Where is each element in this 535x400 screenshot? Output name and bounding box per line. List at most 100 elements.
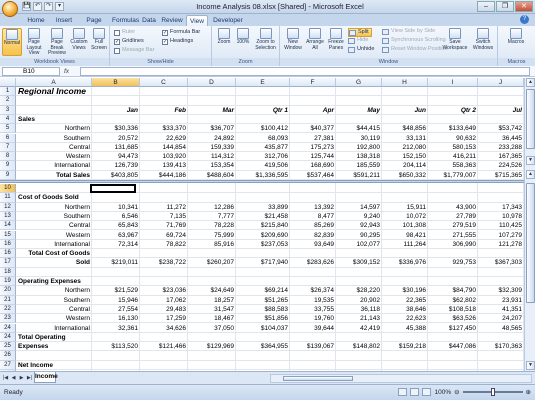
cell[interactable]: $260,207 [188,258,236,267]
cell[interactable]: $40,377 [290,124,336,133]
cell[interactable]: 27,789 [428,212,478,221]
row-header[interactable]: 20 [0,286,16,296]
row-header[interactable]: 27 [0,360,16,370]
row-header[interactable]: 9 [0,161,16,171]
cell[interactable]: $88,583 [236,305,290,314]
cell[interactable]: 233,288 [478,143,524,152]
page-break-icon[interactable] [422,388,432,396]
reset-window-position-button[interactable]: Reset Window Position [382,46,448,53]
cell[interactable]: 41,351 [478,305,524,314]
help-icon[interactable]: ? [520,15,529,24]
cell[interactable]: $69,214 [236,286,290,295]
cell[interactable]: Central [16,305,92,314]
cell[interactable]: $33,370 [140,124,188,133]
cell[interactable]: $23,036 [140,286,188,295]
cell[interactable]: 93,649 [290,240,336,249]
cell[interactable]: Northern [16,203,92,212]
cell[interactable]: $21,458 [236,212,290,221]
cell[interactable]: 10,978 [478,212,524,221]
column-header-i[interactable]: I [428,78,478,87]
cell[interactable]: 13,392 [290,203,336,212]
cell[interactable]: $24,649 [188,286,236,295]
zoom-slider[interactable] [462,388,523,396]
cell[interactable]: Southern [16,134,92,143]
cell[interactable]: Sales [16,115,92,124]
cell[interactable]: 224,526 [478,161,524,170]
cell[interactable]: Cost of Goods Sold [16,193,92,202]
cell[interactable]: 17,259 [140,314,188,323]
redo-icon[interactable]: ↷ [44,2,53,11]
cell[interactable]: 22,623 [382,314,428,323]
cell[interactable]: 204,114 [382,161,428,170]
cell[interactable]: 153,354 [188,161,236,170]
cell[interactable]: 43,900 [428,203,478,212]
insert-function-icon[interactable]: fx [64,67,78,76]
cell[interactable]: 23,931 [478,296,524,305]
cell[interactable]: $219,011 [92,258,140,267]
cell[interactable]: Apr [290,106,336,115]
cell[interactable]: Operating Expenses [16,277,92,286]
cell[interactable]: $51,856 [236,314,290,323]
cell[interactable]: $1,336,595 [236,171,290,180]
cell[interactable]: 435,877 [236,143,290,152]
tab-page-layout[interactable]: Page Layout [78,15,110,35]
cell[interactable]: Central [16,143,92,152]
row-header[interactable]: 14 [0,221,16,231]
next-sheet-icon[interactable]: ▶ [18,374,25,382]
cell[interactable]: 312,706 [236,152,290,161]
cell[interactable]: Northern [16,286,92,295]
cell[interactable]: 63,967 [92,231,140,240]
cell[interactable]: 78,228 [188,221,236,230]
cell[interactable]: 36,445 [478,134,524,143]
cell[interactable]: International [16,324,92,333]
cell[interactable]: Mar [188,106,236,115]
cell[interactable]: $309,152 [336,258,382,267]
cell[interactable]: 126,739 [92,161,140,170]
row-header[interactable]: 6 [0,133,16,143]
column-header-b[interactable]: B [92,78,140,87]
row-header[interactable]: 12 [0,202,16,212]
cell[interactable]: 8,477 [290,212,336,221]
custom-views-button[interactable]: Custom Views [70,28,88,56]
switch-windows-button[interactable]: Switch Windows [470,28,496,56]
zoom-slider-thumb[interactable] [490,388,495,396]
cell[interactable]: 9,240 [336,212,382,221]
tab-review[interactable]: Review [160,15,184,26]
cell[interactable]: Qtr 1 [236,106,290,115]
synchronous-scrolling-button[interactable]: Synchronous Scrolling [382,37,446,44]
row-header[interactable]: 10 [0,184,16,194]
cell[interactable]: 159,339 [188,143,236,152]
save-icon[interactable]: 💾 [22,2,31,11]
scroll-up-icon[interactable]: ▲ [526,170,535,179]
cell[interactable]: $717,940 [236,258,290,267]
cell[interactable]: Western [16,314,92,323]
zoom-button[interactable]: Zoom [215,28,233,56]
cell[interactable]: $129,969 [188,342,236,351]
split-button[interactable]: Split [348,28,372,37]
zoom-to-selection-button[interactable]: Zoom to Selection [253,28,278,56]
cell[interactable]: 6,546 [92,212,140,221]
normal-view-button[interactable]: Normal [2,28,22,56]
cell[interactable]: 20,902 [336,296,382,305]
scroll-thumb-top[interactable] [526,89,535,149]
cell[interactable]: 138,318 [336,152,382,161]
cell[interactable]: Southern [16,296,92,305]
close-button[interactable]: ✕ [515,1,533,12]
page-break-preview-button[interactable]: Page Break Preview [46,28,68,56]
cell[interactable]: 85,269 [290,221,336,230]
cell[interactable]: Regional Income [16,86,92,96]
row-header[interactable]: 22 [0,304,16,315]
prev-sheet-icon[interactable]: ◀ [10,374,17,382]
cell[interactable]: 85,916 [188,240,236,249]
cell[interactable]: 279,519 [428,221,478,230]
cell[interactable]: 212,080 [382,143,428,152]
cell[interactable]: 30,119 [336,134,382,143]
cell[interactable]: 929,753 [428,258,478,267]
cell[interactable]: $170,363 [478,342,524,351]
row-header[interactable]: 15 [0,230,16,240]
cell[interactable]: $650,332 [382,171,428,180]
cell[interactable]: 32,361 [92,324,140,333]
cell[interactable]: Northern [16,124,92,133]
cell[interactable]: $447,086 [428,342,478,351]
name-box[interactable]: B10 [2,67,60,76]
